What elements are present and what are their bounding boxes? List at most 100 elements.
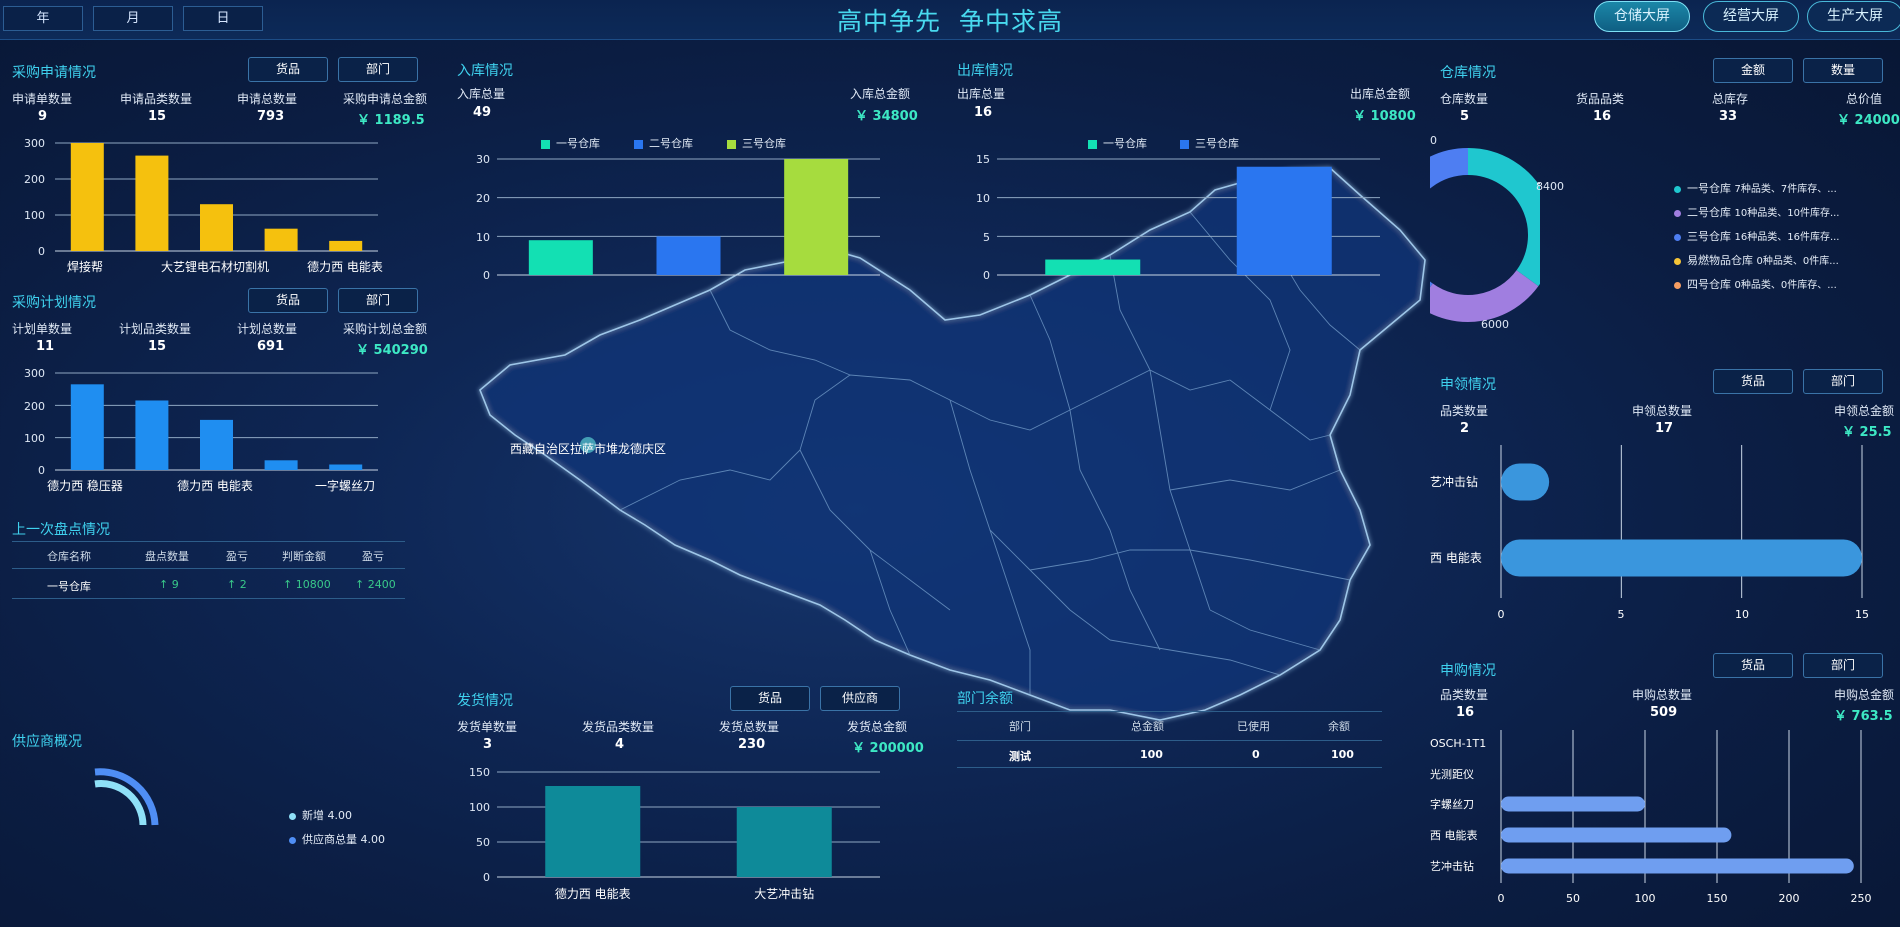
stat-value: 4 xyxy=(615,737,625,752)
legend-label: 新增 4.00 xyxy=(302,809,352,822)
legend-detail: 0种品类、0件库存、... xyxy=(1734,280,1837,291)
table-header: 部门 xyxy=(1009,720,1031,733)
purchase-plan-goods-button[interactable]: 货品 xyxy=(248,288,328,313)
stat-value: 17 xyxy=(1655,421,1674,436)
delivery-goods-button[interactable]: 货品 xyxy=(730,686,810,711)
table-header: 余额 xyxy=(1328,720,1350,733)
stat-value: ￥ 25.5 xyxy=(1842,425,1892,440)
requisition-chart: 艺冲击钻 西 电能表 0 5 10 15 xyxy=(1430,445,1870,621)
y-tick: 100 xyxy=(24,432,45,445)
stat-label: 计划品类数量 xyxy=(119,322,192,336)
stat-label: 货品品类 xyxy=(1576,92,1625,106)
requisition-goods-button[interactable]: 货品 xyxy=(1713,369,1793,394)
donut-slice xyxy=(1467,148,1540,287)
stat-value: 15 xyxy=(148,109,167,124)
stat-label: 发货单数量 xyxy=(457,720,518,734)
legend-name: 易燃物品仓库 xyxy=(1687,254,1753,267)
outbound-legend-1: 一号仓库 xyxy=(1088,135,1147,151)
stat-label: 申领总金额 xyxy=(1834,404,1895,418)
bar xyxy=(329,240,363,251)
y-tick: 0 xyxy=(38,464,45,477)
warehouse-quantity-button[interactable]: 数量 xyxy=(1803,58,1883,83)
delivery-title: 发货情况 xyxy=(457,693,513,709)
x-label: 德力西 电能表 xyxy=(307,259,383,274)
legend-dot xyxy=(1674,185,1681,193)
warehouse-amount-button[interactable]: 金额 xyxy=(1713,58,1793,83)
bar xyxy=(1501,539,1862,577)
x-tick: 150 xyxy=(1707,892,1728,905)
y-axis-ticks: 300 200 100 0 xyxy=(24,137,45,258)
legend-detail: 0种品类、0件库... xyxy=(1756,256,1839,267)
gauge-arc-total xyxy=(94,768,159,826)
stat-label: 出库总金额 xyxy=(1350,87,1411,101)
table-cell: 测试 xyxy=(1009,750,1031,763)
x-tick: 0 xyxy=(1498,608,1505,621)
table-header: 盈亏 xyxy=(362,550,384,563)
stat-value: 5 xyxy=(1460,109,1470,124)
legend-label: 一号仓库 xyxy=(1103,137,1147,150)
delivery-supplier-button[interactable]: 供应商 xyxy=(820,686,900,711)
y-tick: 150 xyxy=(469,766,490,779)
production-screen-button[interactable]: 生产大屏 xyxy=(1807,1,1900,32)
stat-value: ￥ 763.5 xyxy=(1834,709,1893,724)
legend-swatch xyxy=(727,139,736,149)
stat-value: 15 xyxy=(148,339,167,354)
x-label: 一字螺丝刀 xyxy=(315,478,375,493)
x-tick: 50 xyxy=(1566,892,1580,905)
purchase-request-goods-button[interactable]: 货品 xyxy=(248,57,328,82)
bar xyxy=(1501,858,1854,874)
requisition-dept-button[interactable]: 部门 xyxy=(1803,369,1883,394)
legend-swatch xyxy=(1180,139,1189,149)
y-label: 光测距仪 xyxy=(1430,767,1474,781)
stat-label: 仓库数量 xyxy=(1440,92,1489,106)
table-cell: ↑ 2400 xyxy=(355,578,396,591)
legend-label: 三号仓库 xyxy=(742,137,786,150)
stat-value: 2 xyxy=(1460,421,1470,436)
inbound-legend-2: 二号仓库 xyxy=(634,135,693,151)
stat-label: 发货总金额 xyxy=(847,720,908,734)
x-label: 德力西 电能表 xyxy=(177,478,253,493)
y-tick: 300 xyxy=(24,367,45,380)
y-tick: 0 xyxy=(483,269,490,282)
x-tick: 250 xyxy=(1851,892,1872,905)
y-axis-ticks: 15 10 5 0 xyxy=(976,153,990,282)
bar xyxy=(200,204,233,251)
dept-balance-title: 部门余额 xyxy=(957,691,1013,707)
warehouse-donut: 8400 xyxy=(1430,148,1540,322)
y-tick: 20 xyxy=(476,192,490,205)
y-axis-ticks: 30 20 10 0 xyxy=(476,153,490,282)
warehouse-screen-button[interactable]: 仓储大屏 xyxy=(1594,1,1690,32)
business-screen-button[interactable]: 经营大屏 xyxy=(1703,1,1799,32)
stat-value: 509 xyxy=(1650,705,1678,720)
bar xyxy=(656,236,721,275)
stat-value: 9 xyxy=(38,109,48,124)
legend-dot xyxy=(289,812,296,820)
y-tick: 30 xyxy=(476,153,490,166)
divider xyxy=(957,767,1382,768)
stat-label: 申请品类数量 xyxy=(120,92,193,106)
stat-label: 计划总数量 xyxy=(237,322,298,336)
bar xyxy=(264,228,298,251)
bar xyxy=(264,460,298,470)
purchase-request-dept-button[interactable]: 部门 xyxy=(338,57,418,82)
y-tick: 100 xyxy=(24,209,45,222)
divider xyxy=(12,541,405,542)
stat-value: 11 xyxy=(36,339,55,354)
table-cell: ↑ 2 xyxy=(227,578,247,591)
purchase-plan-dept-button[interactable]: 部门 xyxy=(338,288,418,313)
y-tick: 10 xyxy=(476,231,490,244)
x-axis-labels: 德力西 稳压器 德力西 电能表 一字螺丝刀 xyxy=(47,478,375,493)
stat-value: ￥ 34800 xyxy=(855,109,918,124)
donut-label: 0 xyxy=(1430,134,1437,147)
warehouse-legend-item: 四号仓库 0种品类、0件库存、... xyxy=(1674,276,1837,292)
supplier-gauge xyxy=(94,768,159,826)
table-header: 仓库名称 xyxy=(47,550,91,563)
apply-purchase-dept-button[interactable]: 部门 xyxy=(1803,653,1883,678)
legend-detail: 16种品类、16件库存... xyxy=(1734,232,1840,243)
stat-label: 入库总金额 xyxy=(850,87,911,101)
stat-value: ￥ 200000 xyxy=(852,741,924,756)
apply-purchase-goods-button[interactable]: 货品 xyxy=(1713,653,1793,678)
stat-label: 发货品类数量 xyxy=(582,720,655,734)
stat-value: 33 xyxy=(1719,109,1738,124)
x-axis-ticks: 0 5 10 15 xyxy=(1498,608,1870,621)
